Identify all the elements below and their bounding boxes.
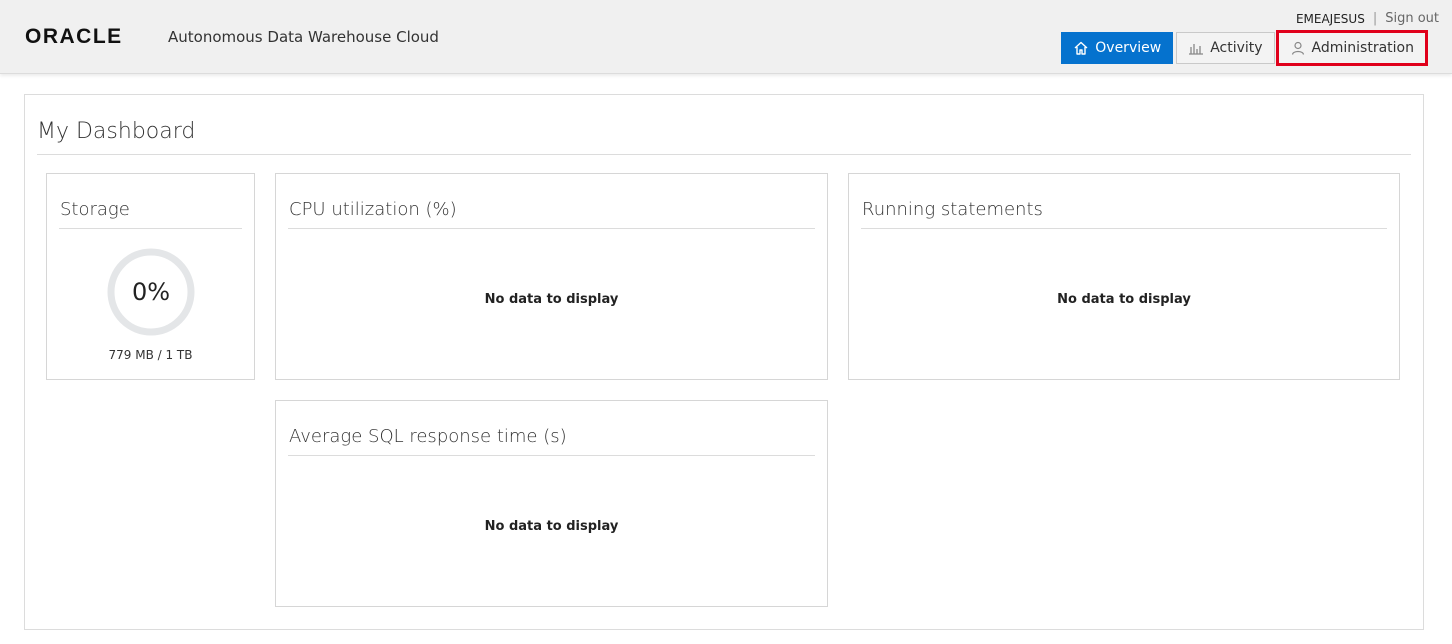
activity-label: Activity — [1210, 40, 1263, 56]
user-bar: EMEAJESUS | Sign out — [1296, 11, 1439, 26]
overview-label: Overview — [1095, 40, 1162, 56]
dashboard-panel: My Dashboard Storage 0% 779 MB / 1 TB CP… — [24, 94, 1424, 630]
separator: | — [1372, 11, 1378, 26]
sql-response-card[interactable]: Average SQL response time (s) No data to… — [275, 400, 828, 607]
sql-response-title: Average SQL response time (s) — [289, 426, 567, 447]
overview-button[interactable]: Overview — [1061, 32, 1174, 64]
administration-button[interactable]: Administration — [1275, 30, 1429, 66]
oracle-logo: ORACLE — [25, 26, 161, 46]
title-divider — [37, 154, 1411, 155]
app-title: Autonomous Data Warehouse Cloud — [168, 28, 439, 46]
administration-label: Administration — [1311, 40, 1414, 56]
storage-percent: 0% — [131, 278, 171, 306]
storage-card[interactable]: Storage 0% 779 MB / 1 TB — [46, 173, 255, 380]
username: EMEAJESUS — [1295, 11, 1365, 26]
bar-chart-icon — [1188, 40, 1204, 56]
card-divider — [288, 228, 815, 229]
home-icon — [1073, 40, 1089, 56]
oracle-logo-text: ORACLE — [25, 26, 123, 46]
cpu-no-data: No data to display — [484, 292, 619, 307]
activity-button[interactable]: Activity — [1176, 32, 1275, 64]
main-nav: Overview Activity Administration — [1061, 30, 1429, 66]
page-title: My Dashboard — [37, 119, 196, 144]
running-statements-card[interactable]: Running statements No data to display — [848, 173, 1400, 380]
cpu-title: CPU utilization (%) — [289, 199, 457, 220]
sql-response-no-data: No data to display — [484, 519, 619, 534]
storage-usage: 779 MB / 1 TB — [108, 348, 193, 362]
user-icon — [1290, 40, 1306, 56]
card-divider — [59, 228, 242, 229]
cpu-utilization-card[interactable]: CPU utilization (%) No data to display — [275, 173, 828, 380]
app-header: ORACLE Autonomous Data Warehouse Cloud E… — [0, 0, 1452, 74]
card-divider — [288, 455, 815, 456]
running-title: Running statements — [862, 199, 1043, 220]
sign-out-link[interactable]: Sign out — [1385, 11, 1439, 26]
storage-title: Storage — [60, 199, 130, 220]
card-divider — [861, 228, 1387, 229]
running-no-data: No data to display — [1057, 292, 1191, 307]
